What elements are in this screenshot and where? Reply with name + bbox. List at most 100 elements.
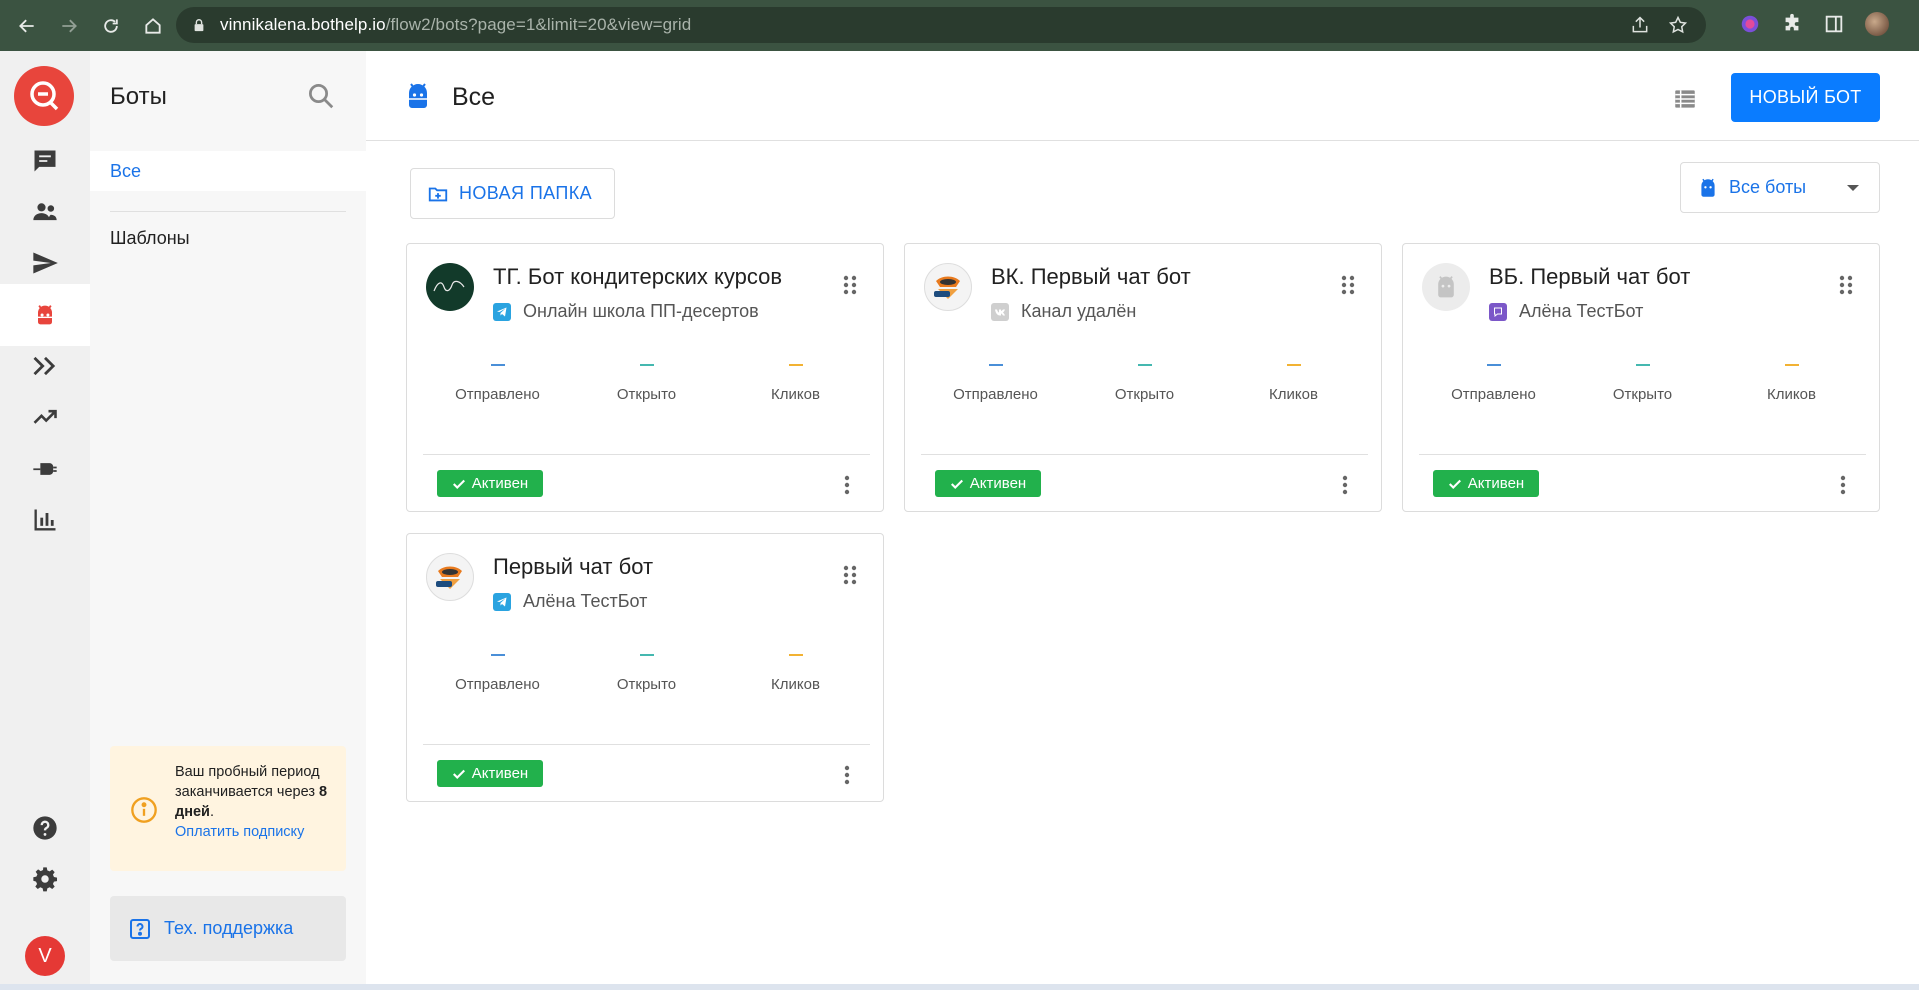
bot-name[interactable]: ВБ. Первый чат бот	[1489, 264, 1690, 290]
drag-handle-icon[interactable]	[842, 274, 858, 296]
pay-subscription-link[interactable]: Оплатить подписку	[175, 824, 304, 840]
more-menu-icon[interactable]	[1340, 474, 1350, 496]
stat-opened: Открыто	[1070, 364, 1219, 414]
more-menu-icon[interactable]	[1838, 474, 1848, 496]
stats-icon[interactable]	[0, 489, 90, 551]
address-bar[interactable]: vinnikalena.bothelp.io/flow2/bots?page=1…	[176, 7, 1706, 43]
stat-sent: Отправлено	[1419, 364, 1568, 414]
bot-avatar	[1422, 263, 1470, 311]
bot-stats: Отправлено Открыто Кликов	[423, 654, 870, 704]
trial-text: Ваш пробный период заканчивается через	[175, 764, 320, 800]
url-text: vinnikalena.bothelp.io/flow2/bots?page=1…	[220, 15, 692, 34]
app-rail: V	[0, 51, 90, 990]
bot-card[interactable]: ВК. Первый чат бот Канал удалён Отправле…	[904, 243, 1382, 512]
new-folder-button[interactable]: НОВАЯ ПАПКА	[410, 168, 615, 219]
share-icon[interactable]	[1630, 15, 1650, 35]
bot-channel: Канал удалён	[991, 301, 1136, 322]
status-badge[interactable]: Активен	[437, 470, 543, 497]
bot-name[interactable]: Первый чат бот	[493, 554, 653, 580]
new-folder-label: НОВАЯ ПАПКА	[459, 183, 592, 203]
stat-clicks: Кликов	[721, 654, 870, 704]
stat-sent: Отправлено	[921, 364, 1070, 414]
chevron-down-icon	[1847, 185, 1859, 191]
channel-name: Алёна ТестБот	[1519, 301, 1644, 321]
bots-sidebar: Боты Все Шаблоны Ваш пробный период зака…	[90, 51, 366, 990]
channel-name: Канал удалён	[1021, 301, 1137, 321]
stat-sent: Отправлено	[423, 654, 572, 704]
telegram-icon	[493, 302, 511, 321]
bot-icon	[409, 83, 427, 108]
status-badge[interactable]: Активен	[1433, 470, 1539, 497]
bot-name[interactable]: ТГ. Бот кондитерских курсов	[493, 264, 782, 290]
more-menu-icon[interactable]	[842, 474, 852, 496]
info-icon	[131, 797, 157, 823]
settings-gear-icon[interactable]	[0, 848, 90, 910]
page-header: Все НОВЫЙ БОТ	[366, 51, 1919, 141]
bot-icon	[1701, 178, 1715, 197]
check-icon	[452, 479, 465, 489]
stat-opened: Открыто	[572, 654, 721, 704]
check-icon	[1448, 479, 1461, 489]
status-badge[interactable]: Активен	[437, 760, 543, 787]
back-icon[interactable]	[12, 11, 42, 41]
star-icon[interactable]	[1668, 15, 1688, 35]
bot-channel: Алёна ТестБот	[1489, 301, 1643, 322]
bots-filter-select[interactable]: Все боты	[1680, 162, 1880, 213]
bot-card[interactable]: Первый чат бот Алёна ТестБот Отправлено …	[406, 533, 884, 802]
list-view-icon[interactable]	[1672, 86, 1698, 112]
drag-handle-icon[interactable]	[1340, 274, 1356, 296]
new-bot-button[interactable]: НОВЫЙ БОТ	[1731, 73, 1880, 122]
stat-opened: Открыто	[1568, 364, 1717, 414]
drag-handle-icon[interactable]	[1838, 274, 1854, 296]
check-icon	[950, 479, 963, 489]
user-avatar[interactable]: V	[25, 936, 65, 976]
puzzle-icon[interactable]	[1781, 13, 1803, 35]
extension-color-icon[interactable]	[1739, 13, 1761, 35]
bot-card[interactable]: ТГ. Бот кондитерских курсов Онлайн школа…	[406, 243, 884, 512]
folder-add-icon	[428, 187, 448, 201]
vk-icon	[991, 302, 1009, 321]
bot-channel: Алёна ТестБот	[493, 591, 647, 612]
main-content: Все НОВЫЙ БОТ НОВАЯ ПАПКА Все боты ТГ. Б…	[366, 51, 1919, 990]
stat-clicks: Кликов	[1219, 364, 1368, 414]
channel-name: Алёна ТестБот	[523, 591, 648, 611]
viber-icon	[1489, 302, 1507, 321]
sidebar-title: Боты	[110, 83, 167, 110]
divider	[423, 454, 870, 455]
bot-card[interactable]: ВБ. Первый чат бот Алёна ТестБот Отправл…	[1402, 243, 1880, 512]
stat-clicks: Кликов	[1717, 364, 1866, 414]
bot-channel: Онлайн школа ПП-десертов	[493, 301, 759, 322]
lock-icon	[194, 19, 204, 32]
sidepanel-icon[interactable]	[1823, 13, 1845, 35]
page-title: Все	[452, 83, 496, 111]
divider	[110, 211, 346, 212]
bot-avatar	[924, 263, 972, 311]
status-badge[interactable]: Активен	[935, 470, 1041, 497]
trial-notice: Ваш пробный период заканчивается через 8…	[110, 746, 346, 871]
browser-toolbar: vinnikalena.bothelp.io/flow2/bots?page=1…	[0, 0, 1919, 51]
telegram-icon	[493, 592, 511, 611]
bot-avatar	[426, 553, 474, 601]
bothelp-logo[interactable]	[14, 66, 74, 126]
support-label: Тех. поддержка	[164, 918, 294, 938]
window-bottom-edge	[0, 984, 1919, 990]
bot-name[interactable]: ВК. Первый чат бот	[991, 264, 1191, 290]
drag-handle-icon[interactable]	[842, 564, 858, 586]
forward-icon[interactable]	[54, 11, 84, 41]
home-icon[interactable]	[138, 11, 168, 41]
channel-name: Онлайн школа ПП-десертов	[523, 301, 759, 321]
stat-opened: Открыто	[572, 364, 721, 414]
more-menu-icon[interactable]	[842, 764, 852, 786]
divider	[921, 454, 1368, 455]
bot-stats: Отправлено Открыто Кликов	[1419, 364, 1866, 414]
search-icon[interactable]	[306, 81, 336, 111]
help-square-icon	[130, 918, 150, 939]
profile-avatar[interactable]	[1865, 12, 1889, 36]
sidebar-item-all[interactable]: Все	[90, 151, 366, 191]
support-button[interactable]: Тех. поддержка	[110, 896, 346, 961]
bot-stats: Отправлено Открыто Кликов	[423, 364, 870, 414]
reload-icon[interactable]	[96, 11, 126, 41]
sidebar-item-templates[interactable]: Шаблоны	[110, 228, 190, 249]
bot-stats: Отправлено Открыто Кликов	[921, 364, 1368, 414]
stat-clicks: Кликов	[721, 364, 870, 414]
